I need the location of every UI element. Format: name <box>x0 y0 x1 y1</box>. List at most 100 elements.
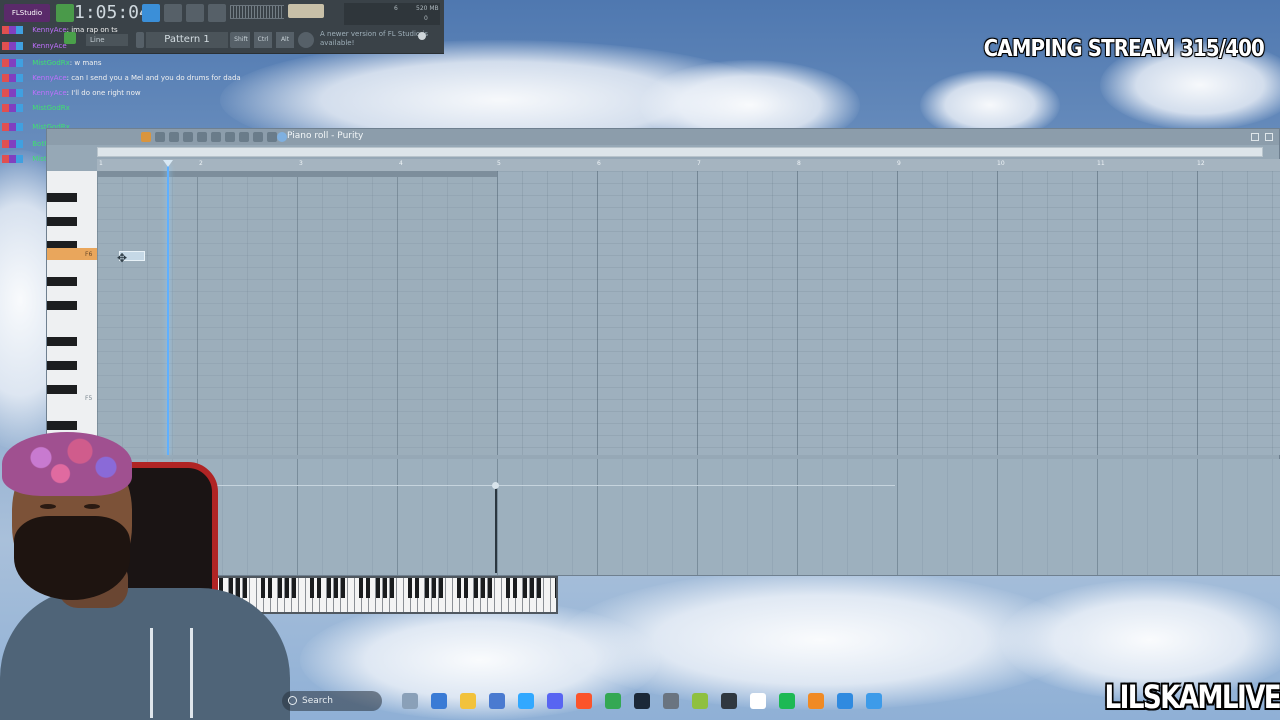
zoom-tool-icon[interactable] <box>253 132 263 142</box>
streamer-brand-overlay: LILSKAMLIVE <box>1104 678 1280 716</box>
timeline-ruler[interactable]: 1 2 3 4 5 6 7 8 9 10 11 12 <box>97 159 1280 171</box>
magnet-icon[interactable] <box>155 132 165 142</box>
taskbar-search-label: Search <box>302 696 333 706</box>
slice-tool-icon[interactable] <box>225 132 235 142</box>
chat-message: KennyAce: ima rap on ts <box>2 26 118 34</box>
copilot-icon[interactable] <box>431 693 447 709</box>
playhead[interactable] <box>167 165 169 455</box>
bar-number: 8 <box>797 160 801 167</box>
bar-number: 12 <box>1197 160 1205 167</box>
update-notice[interactable]: A newer version of FL Studio is availabl… <box>320 30 430 48</box>
update-icon[interactable] <box>298 32 314 48</box>
key-label-f5: F5 <box>85 395 93 402</box>
fl-studio-icon[interactable] <box>808 693 824 709</box>
fl-menu-badge[interactable]: FLStudio <box>4 4 50 22</box>
bar-number: 4 <box>399 160 403 167</box>
hoodie-string <box>150 628 153 718</box>
close-icon[interactable] <box>1265 133 1273 141</box>
mixer-icon[interactable] <box>186 4 204 22</box>
velocity-bar[interactable] <box>495 485 497 573</box>
hoodie <box>0 588 290 720</box>
widgets-icon[interactable] <box>402 693 418 709</box>
key-label-f6: F6 <box>85 251 93 258</box>
taskbar: Search <box>282 688 902 714</box>
master-volume-slider[interactable] <box>288 4 324 18</box>
bar-number: 1 <box>99 160 103 167</box>
bar-number: 2 <box>199 160 203 167</box>
move-cursor-icon: ✥ <box>117 251 128 265</box>
hoodie-string <box>190 628 193 718</box>
paint-icon[interactable] <box>837 693 853 709</box>
file-explorer-icon[interactable] <box>460 693 476 709</box>
cpu-memory-meter: 6 520 MB 0 <box>344 3 440 25</box>
black-key[interactable] <box>47 277 77 286</box>
chat-message: KennyAce <box>2 42 67 50</box>
polyphony-value: 6 <box>394 5 398 12</box>
photoshop-icon[interactable] <box>518 693 534 709</box>
shift-mode-button[interactable]: Shift <box>232 32 250 48</box>
bar-number: 9 <box>897 160 901 167</box>
store-icon[interactable] <box>489 693 505 709</box>
pattern-icon[interactable] <box>277 132 287 142</box>
black-key[interactable] <box>47 217 77 226</box>
draw-tool-icon[interactable] <box>169 132 179 142</box>
bar-number: 7 <box>697 160 701 167</box>
speaker-icon[interactable] <box>267 132 277 142</box>
4k-icon[interactable] <box>721 693 737 709</box>
fruit-icon[interactable] <box>692 693 708 709</box>
eye <box>40 504 56 509</box>
bar-number: 10 <box>997 160 1005 167</box>
capcut-icon[interactable] <box>750 693 766 709</box>
notepad-icon[interactable] <box>866 693 882 709</box>
pattern-selector[interactable]: Pattern 1 <box>146 32 228 48</box>
browser-icon[interactable] <box>208 4 226 22</box>
pattern-prev-button[interactable] <box>136 32 144 48</box>
song-time-display[interactable]: 1:05:04 <box>74 2 150 23</box>
piano-roll-titlebar[interactable]: Piano roll - Purity <box>47 129 1279 145</box>
counter-value: 0 <box>424 15 428 22</box>
pattern-length-marker <box>97 171 497 177</box>
chat-message: MistGodRx: w mans <box>2 59 102 67</box>
bar-number: 11 <box>1097 160 1105 167</box>
discord-icon[interactable] <box>547 693 563 709</box>
record-icon[interactable] <box>56 4 74 22</box>
bar-number: 5 <box>497 160 501 167</box>
app-icon[interactable] <box>663 693 679 709</box>
menu-icon[interactable] <box>141 132 151 142</box>
chat-message: MistGodRx <box>2 104 70 112</box>
steam-icon[interactable] <box>634 693 650 709</box>
black-key[interactable] <box>47 385 77 394</box>
velocity-handle[interactable] <box>492 482 499 489</box>
chat-message: KennyAce: can I send you a Mel and you d… <box>2 74 241 82</box>
playhead-marker-icon[interactable] <box>163 160 173 167</box>
mute-tool-icon[interactable] <box>211 132 221 142</box>
delete-tool-icon[interactable] <box>197 132 207 142</box>
spotify-icon[interactable] <box>779 693 795 709</box>
pattern-region <box>97 171 497 455</box>
bar-number: 6 <box>597 160 601 167</box>
stream-title-overlay: CAMPING STREAM 315/400 <box>983 36 1265 62</box>
bar-number: 3 <box>299 160 303 167</box>
snap-mode-select[interactable]: Line <box>86 34 128 46</box>
horizontal-scrollbar[interactable] <box>97 147 1263 157</box>
brave-icon[interactable] <box>576 693 592 709</box>
ctrl-mode-button[interactable]: Ctrl <box>254 32 272 48</box>
chrome-icon[interactable] <box>605 693 621 709</box>
playlist-icon[interactable] <box>142 4 160 22</box>
black-key[interactable] <box>47 193 77 202</box>
select-tool-icon[interactable] <box>239 132 249 142</box>
beard <box>14 516 130 600</box>
info-icon[interactable] <box>418 32 426 40</box>
piano-keyboard[interactable]: F6 F5 <box>47 171 97 455</box>
black-key[interactable] <box>47 301 77 310</box>
black-key[interactable] <box>47 361 77 370</box>
black-key[interactable] <box>47 337 77 346</box>
taskbar-search[interactable]: Search <box>282 691 382 711</box>
piano-roll-title: Piano roll - Purity <box>287 131 364 141</box>
paint-tool-icon[interactable] <box>183 132 193 142</box>
alt-mode-button[interactable]: Alt <box>276 32 294 48</box>
maximize-icon[interactable] <box>1251 133 1259 141</box>
search-icon <box>288 696 297 705</box>
channel-rack-icon[interactable] <box>164 4 182 22</box>
memory-value: 520 MB <box>416 5 439 12</box>
